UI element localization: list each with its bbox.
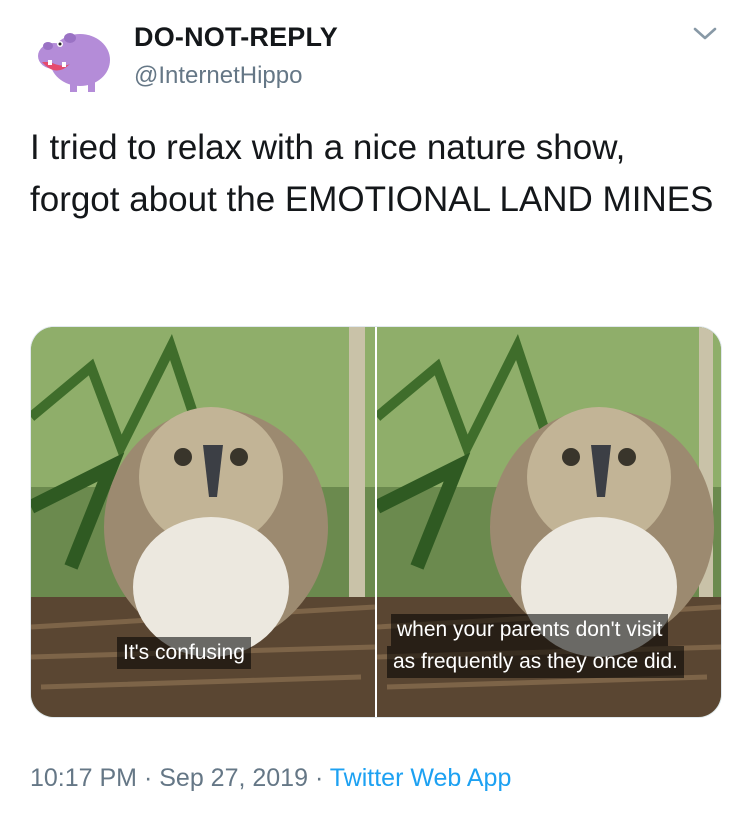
meta-separator-2: · (314, 764, 324, 792)
tweet-media[interactable]: It's confusing when your parents don't v… (30, 326, 722, 718)
tweet-date[interactable]: Sep 27, 2019 (159, 764, 308, 792)
source-app-link[interactable]: Twitter Web App (330, 764, 512, 792)
caption-right-line1: when your parents don't visit (391, 614, 669, 646)
hippo-avatar-icon (38, 33, 110, 92)
tweet-text: I tried to relax with a nice nature show… (30, 128, 714, 219)
display-name[interactable]: DO-NOT-REPLY (134, 22, 338, 53)
avatar[interactable] (30, 16, 114, 100)
meta-separator: · (143, 764, 153, 792)
tweet-meta: 10:17 PM · Sep 27, 2019 · Twitter Web Ap… (30, 764, 511, 793)
tweet-header: DO-NOT-REPLY @InternetHippo (0, 0, 750, 110)
chevron-down-icon[interactable] (692, 24, 718, 44)
caption-right-line2: as frequently as they once did. (387, 646, 684, 678)
caption-left: It's confusing (117, 637, 251, 669)
media-image-left[interactable]: It's confusing (31, 327, 375, 717)
tweet-time[interactable]: 10:17 PM (30, 764, 137, 792)
media-image-right[interactable]: when your parents don't visit as frequen… (377, 327, 721, 717)
user-handle[interactable]: @InternetHippo (134, 62, 302, 90)
